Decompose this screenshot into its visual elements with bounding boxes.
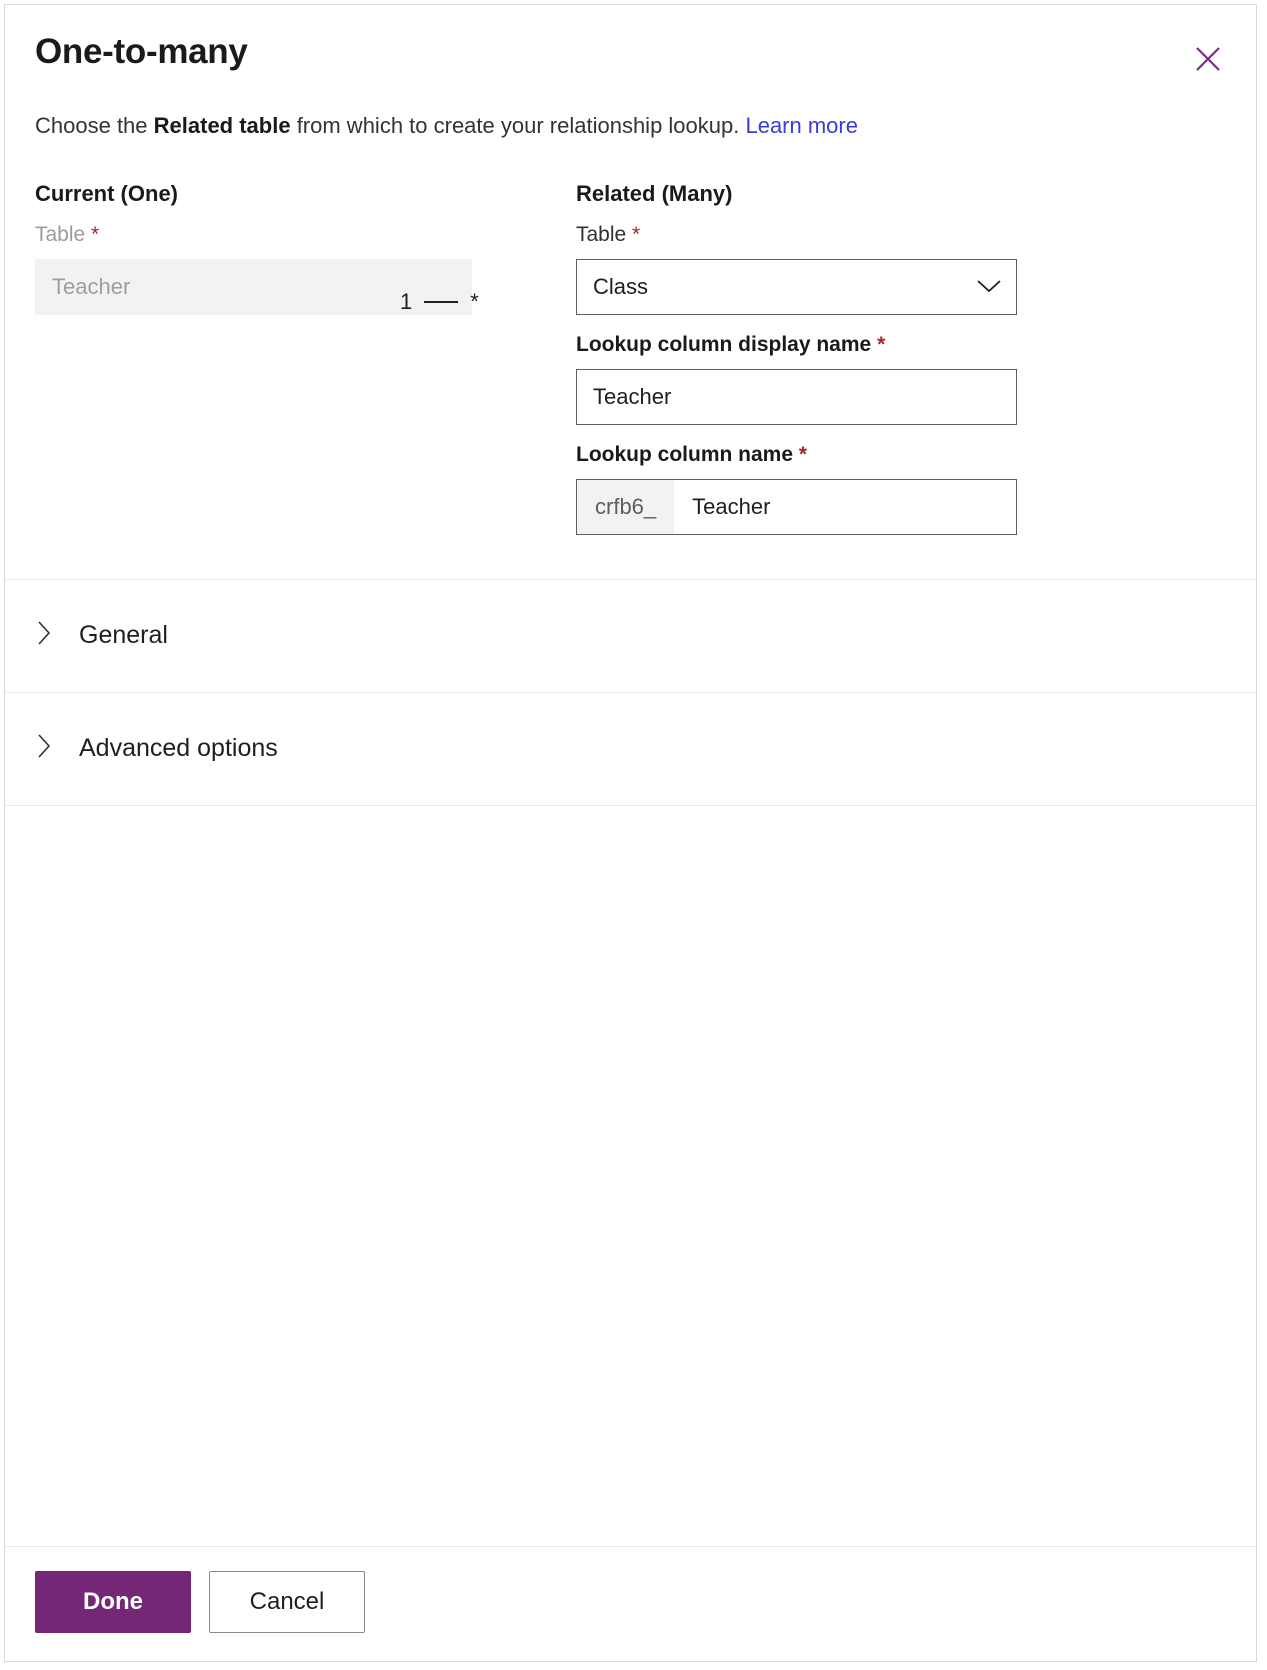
lookup-display-name-label: Lookup column display name * (576, 333, 1017, 357)
current-table-label: Table * (35, 223, 472, 247)
lookup-column-name-input-group: crfb6_ Teacher (576, 478, 1017, 535)
subtitle-text-after: from which to create your relationship l… (290, 113, 746, 138)
dialog-subtitle: Choose the Related table from which to c… (35, 111, 1226, 141)
subtitle-text-before: Choose the (35, 113, 154, 138)
required-asterisk: * (632, 222, 641, 246)
dialog-header: One-to-many (35, 5, 1226, 81)
dialog-body: One-to-many Choose the Related table fro… (5, 5, 1256, 1546)
cancel-button[interactable]: Cancel (209, 1571, 365, 1633)
one-to-many-dialog: One-to-many Choose the Related table fro… (4, 4, 1257, 1662)
related-many-heading: Related (Many) (576, 180, 733, 206)
learn-more-link[interactable]: Learn more (745, 113, 858, 138)
related-table-value: Class (593, 273, 649, 299)
chevron-right-icon (35, 619, 53, 652)
cardinality-indicator: 1 * (400, 274, 479, 330)
current-one-column: Current (One) Table * Teacher (35, 181, 472, 535)
lookup-display-name-value: Teacher (593, 383, 672, 409)
section-general[interactable]: General (35, 580, 1226, 692)
required-asterisk: * (877, 332, 886, 356)
page-title: One-to-many (35, 32, 248, 71)
dialog-footer: Done Cancel (5, 1546, 1256, 1661)
related-many-column: Related (Many) Table * Class Lookup colu… (576, 181, 1017, 535)
cardinality-spacer (472, 181, 576, 535)
lookup-display-name-field: Lookup column display name * Teacher (576, 333, 1017, 425)
cardinality-one: 1 (400, 288, 413, 314)
related-table-label-text: Table (576, 222, 627, 246)
required-asterisk: * (798, 442, 808, 466)
section-divider (5, 804, 1256, 806)
required-asterisk: * (91, 222, 100, 246)
lookup-column-name-label-text: Lookup column name (576, 442, 794, 466)
lookup-column-name-field: Lookup column name * crfb6_ Teacher (576, 443, 1017, 535)
cardinality-line (424, 300, 459, 303)
section-advanced-options-label: Advanced options (79, 734, 278, 763)
current-one-heading: Current (One) (35, 180, 178, 206)
lookup-column-name-input[interactable]: Teacher (674, 480, 1016, 534)
lookup-display-name-input[interactable]: Teacher (576, 368, 1017, 425)
subtitle-bold-term: Related table (153, 113, 291, 138)
close-button[interactable] (1186, 37, 1230, 81)
close-icon (1193, 44, 1223, 74)
chevron-right-icon (35, 732, 53, 765)
section-advanced-options[interactable]: Advanced options (35, 693, 1226, 805)
cardinality-many: * (470, 288, 479, 314)
section-general-label: General (79, 621, 168, 650)
current-table-value: Teacher (52, 273, 131, 299)
done-button[interactable]: Done (35, 1571, 191, 1633)
related-table-dropdown[interactable]: Class (576, 258, 1017, 315)
lookup-display-name-label-text: Lookup column display name (576, 332, 872, 356)
relationship-form: Current (One) Table * Teacher Related (M… (35, 181, 1226, 535)
related-table-label: Table * (576, 223, 1017, 247)
current-table-label-text: Table (35, 222, 86, 246)
lookup-column-name-label: Lookup column name * (576, 443, 1017, 467)
related-table-field: Table * Class (576, 223, 1017, 315)
lookup-column-name-prefix: crfb6_ (577, 479, 675, 534)
collapsible-sections: General Advanced options (5, 578, 1256, 806)
chevron-down-icon (976, 274, 1002, 300)
